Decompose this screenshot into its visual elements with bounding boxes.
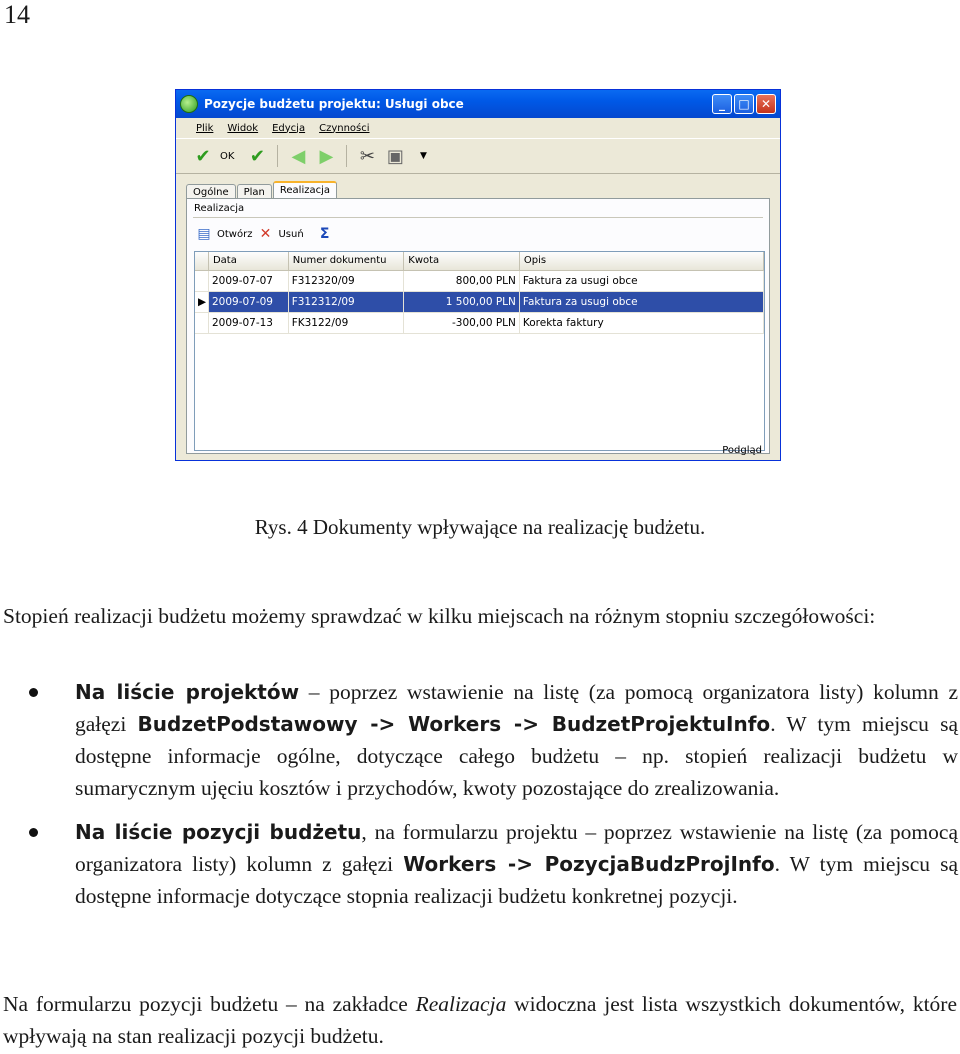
- intro-paragraph: Stopień realizacji budżetu możemy sprawd…: [3, 604, 876, 628]
- column-header-description[interactable]: Opis: [520, 252, 764, 270]
- back-arrow-icon[interactable]: ◀: [287, 145, 309, 167]
- bold-text: Na liście pozycji budżetu: [75, 820, 362, 844]
- cell-amount: 1 500,00 PLN: [404, 292, 520, 312]
- title-bar: Pozycje budżetu projektu: Usługi obce _ …: [176, 90, 780, 118]
- menu-widok[interactable]: Widok: [227, 123, 258, 134]
- bold-text: BudzetPodstawowy -> Workers -> BudzetPro…: [137, 712, 771, 736]
- cell-date: 2009-07-09: [208, 292, 289, 312]
- table-row[interactable]: 2009-07-07 F312320/09 800,00 PLN Faktura…: [195, 271, 764, 292]
- bullet-icon: [29, 688, 38, 697]
- cell-number: F312320/09: [289, 271, 405, 291]
- column-header-amount[interactable]: Kwota: [404, 252, 520, 270]
- ok-checkmark-icon[interactable]: ✔: [192, 145, 214, 167]
- close-button[interactable]: ✕: [756, 94, 776, 114]
- documents-grid: Data Numer dokumentu Kwota Opis 2009-07-…: [194, 251, 765, 451]
- bold-text: Na liście projektów: [75, 680, 300, 704]
- text: Na formularzu pozycji budżetu – na zakła…: [3, 992, 416, 1016]
- row-pointer-icon: ▶: [195, 292, 209, 312]
- preview-status[interactable]: Podgląd: [722, 445, 762, 456]
- app-window: Pozycje budżetu projektu: Usługi obce _ …: [175, 89, 781, 461]
- list-item: Na liście pozycji budżetu, na formularzu…: [0, 816, 958, 912]
- table-row-selected[interactable]: ▶ 2009-07-09 F312312/09 1 500,00 PLN Fak…: [195, 292, 764, 313]
- cell-amount: -300,00 PLN: [404, 313, 520, 333]
- menu-czynnosci[interactable]: Czynności: [319, 123, 369, 134]
- group-label: Realizacja: [194, 203, 245, 214]
- column-header-number[interactable]: Numer dokumentu: [289, 252, 405, 270]
- tab-strip: Ogólne Plan Realizacja: [176, 180, 780, 200]
- list-item: Na liście projektów – poprzez wstawienie…: [0, 676, 958, 804]
- app-icon: [180, 95, 198, 113]
- menu-edycja[interactable]: Edycja: [272, 123, 305, 134]
- page-number: 14: [4, 0, 30, 29]
- closing-paragraph: Na formularzu pozycji budżetu – na zakła…: [3, 988, 957, 1052]
- figure-caption: Rys. 4 Dokumenty wpływające na realizacj…: [254, 515, 706, 539]
- delete-icon[interactable]: ✕: [256, 225, 274, 243]
- sum-icon[interactable]: Σ: [316, 225, 334, 243]
- bold-text: Workers -> PozycjaBudzProjInfo: [403, 852, 775, 876]
- column-header-date[interactable]: Data: [209, 252, 289, 270]
- row-indicator: [195, 313, 209, 333]
- tools-icon[interactable]: ✂: [356, 145, 378, 167]
- row-indicator: [195, 271, 209, 291]
- cell-description: Faktura za usugi obce: [520, 271, 764, 291]
- cell-number: F312312/09: [288, 292, 405, 312]
- cell-date: 2009-07-07: [209, 271, 289, 291]
- maximize-button[interactable]: □: [734, 94, 754, 114]
- toolbar-separator: [277, 145, 279, 167]
- delete-button[interactable]: Usuń: [278, 229, 303, 240]
- open-button[interactable]: Otwórz: [217, 229, 252, 240]
- save-checkmark-icon[interactable]: ✔: [246, 145, 268, 167]
- print-icon[interactable]: ▣: [384, 145, 406, 167]
- italic-text: Realizacja: [415, 992, 507, 1016]
- cell-number: FK3122/09: [289, 313, 405, 333]
- tab-panel: Realizacja ▤ Otwórz ✕ Usuń Σ Data Numer …: [186, 198, 770, 454]
- cell-date: 2009-07-13: [209, 313, 289, 333]
- toolbar-separator: [346, 145, 348, 167]
- group-divider: [193, 217, 763, 218]
- forward-arrow-icon[interactable]: ▶: [315, 145, 337, 167]
- bullet-icon: [29, 828, 38, 837]
- ok-button[interactable]: OK: [220, 151, 234, 162]
- cell-description: Faktura za usugi obce: [519, 292, 764, 312]
- bullet-list: Na liście projektów – poprzez wstawienie…: [0, 676, 958, 924]
- sub-toolbar: ▤ Otwórz ✕ Usuń Σ: [195, 225, 334, 243]
- cell-description: Korekta faktury: [520, 313, 764, 333]
- window-title: Pozycje budżetu projektu: Usługi obce: [204, 97, 464, 111]
- open-icon[interactable]: ▤: [195, 225, 213, 243]
- toolbar: ✔ OK ✔ ◀ ▶ ✂ ▣ ▼: [176, 138, 780, 174]
- minimize-button[interactable]: _: [712, 94, 732, 114]
- menu-plik[interactable]: Plik: [196, 123, 213, 134]
- chevron-down-icon[interactable]: ▼: [412, 145, 434, 167]
- menu-bar: Plik Widok Edycja Czynności: [176, 118, 780, 138]
- row-indicator-header: [195, 252, 209, 270]
- cell-amount: 800,00 PLN: [404, 271, 520, 291]
- table-row[interactable]: 2009-07-13 FK3122/09 -300,00 PLN Korekta…: [195, 313, 764, 334]
- grid-header: Data Numer dokumentu Kwota Opis: [195, 252, 764, 271]
